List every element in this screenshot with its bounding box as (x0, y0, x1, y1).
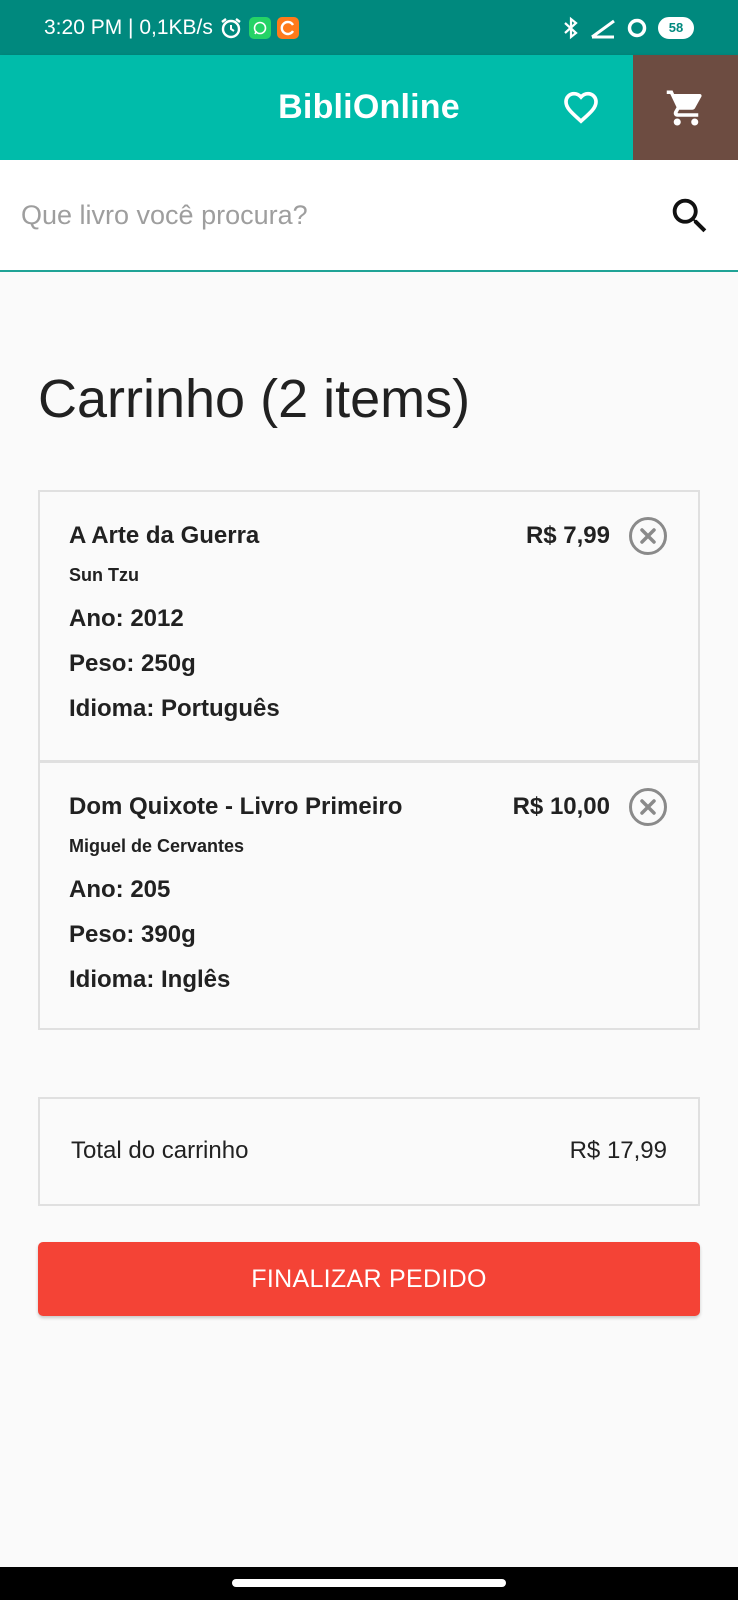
item-title: Dom Quixote - Livro Primeiro (69, 793, 403, 820)
cart-item: Dom Quixote - Livro Primeiro Miguel de C… (40, 760, 698, 1028)
search-icon (672, 198, 707, 233)
whatsapp-icon (248, 16, 271, 39)
alarm-icon (219, 16, 243, 40)
finalize-order-button[interactable]: FINALIZAR PEDIDO (38, 1242, 700, 1316)
circle-icon (626, 17, 648, 39)
cart-item: A Arte da Guerra Sun Tzu Ano: 2012 Peso:… (40, 492, 698, 760)
remove-item-button[interactable] (628, 516, 668, 556)
item-title: A Arte da Guerra (69, 522, 260, 549)
signal-icon (590, 17, 616, 39)
total-value: R$ 17,99 (569, 1137, 667, 1164)
app-title: BibliOnline (278, 88, 460, 126)
status-bar: 3:20 PM | 0,1KB/s 58 (0, 0, 738, 55)
cart-total-card: Total do carrinho R$ 17,99 (38, 1097, 700, 1206)
bluetooth-icon (562, 16, 580, 40)
item-weight: Peso: 390g (69, 921, 196, 948)
remove-item-button[interactable] (628, 787, 668, 827)
battery-icon: 58 (658, 16, 694, 39)
total-label: Total do carrinho (71, 1137, 249, 1164)
item-year: Ano: 2012 (69, 605, 184, 632)
cart-button[interactable] (633, 55, 738, 160)
search-button[interactable] (662, 188, 718, 244)
item-price: R$ 7,99 (525, 522, 610, 549)
app-bar: BibliOnline (0, 55, 738, 160)
item-weight: Peso: 250g (69, 650, 196, 677)
item-language: Idioma: Português (69, 695, 280, 722)
close-circle-icon (629, 517, 667, 555)
item-language: Idioma: Inglês (69, 966, 231, 993)
status-time-speed: 3:20 PM | 0,1KB/s (44, 15, 213, 39)
item-year: Ano: 205 (69, 876, 171, 903)
close-circle-icon (629, 788, 667, 826)
item-price: R$ 10,00 (512, 793, 610, 820)
status-left: 3:20 PM | 0,1KB/s (44, 16, 299, 40)
favorites-button[interactable] (553, 79, 609, 135)
item-author: Sun Tzu (69, 565, 139, 585)
status-right: 58 (562, 16, 694, 40)
cart-icon (666, 90, 702, 125)
navigation-bar (0, 1567, 738, 1600)
heart-icon (564, 91, 598, 124)
home-indicator[interactable] (232, 1579, 506, 1587)
item-author: Miguel de Cervantes (69, 836, 245, 856)
cart-items-list: A Arte da Guerra Sun Tzu Ano: 2012 Peso:… (38, 490, 700, 1030)
search-input[interactable] (19, 188, 623, 242)
app-icon (276, 16, 299, 39)
search-bar (0, 160, 738, 272)
cart-heading: Carrinho (2 items) (38, 369, 471, 429)
